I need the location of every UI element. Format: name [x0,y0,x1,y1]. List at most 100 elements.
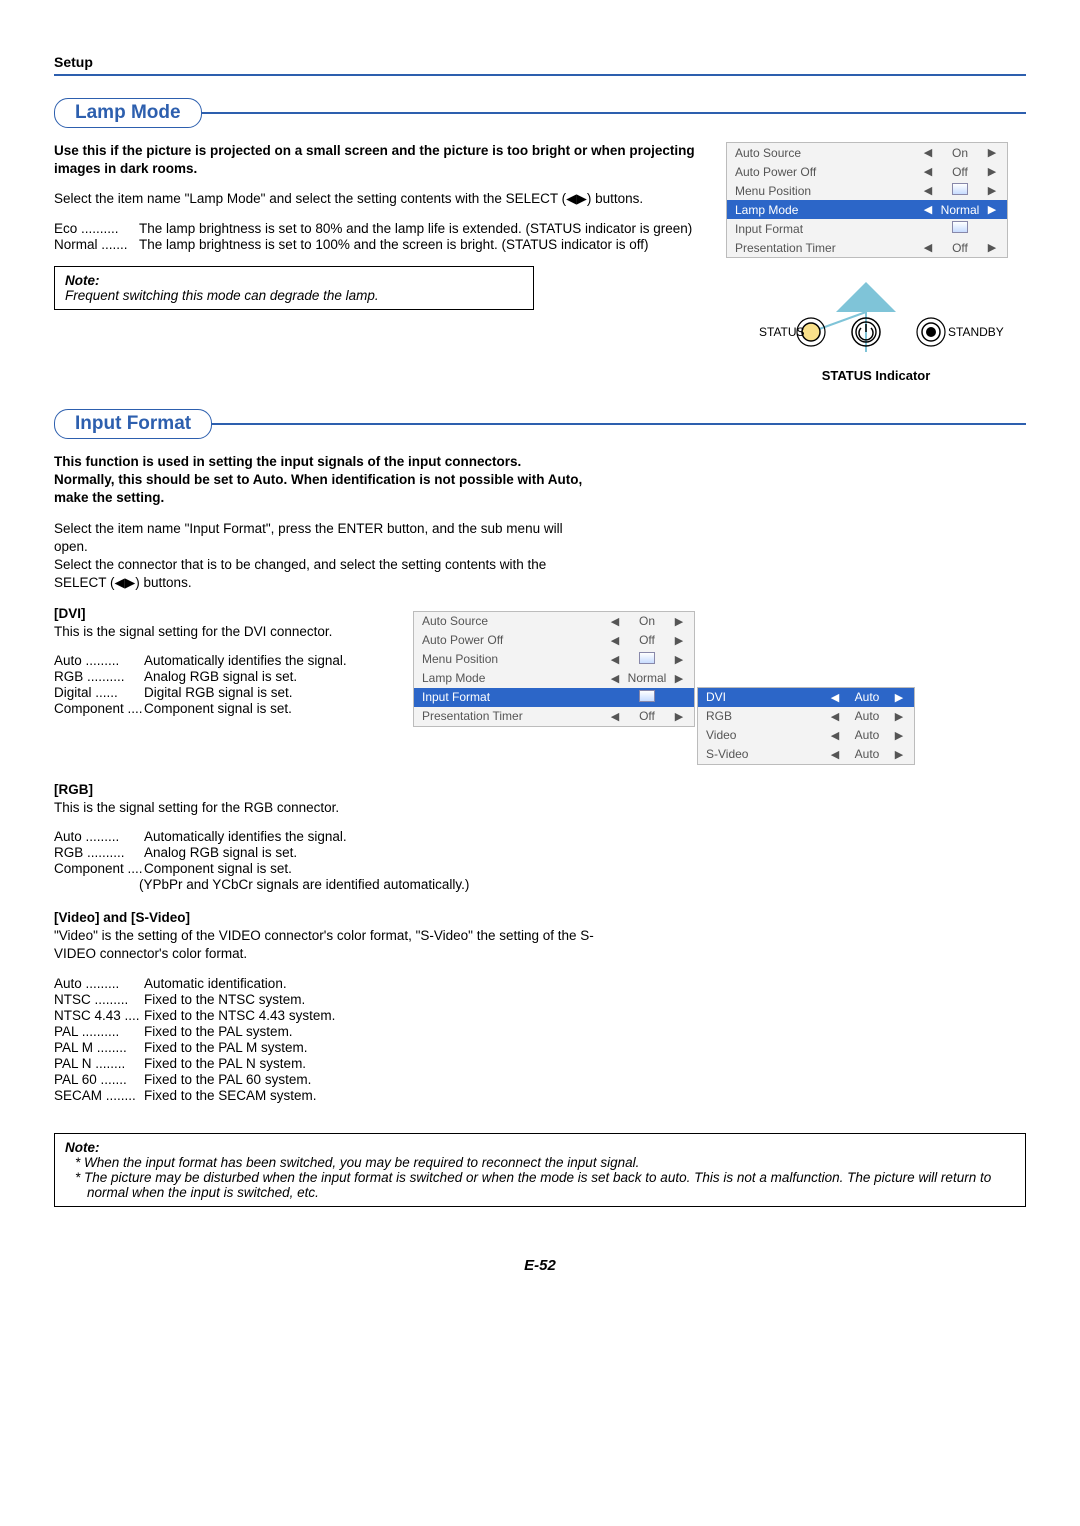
osd-label: Auto Power Off [422,633,608,647]
chip-icon [639,652,655,664]
chip-icon [952,183,968,195]
left-arrow-icon: ◀ [608,672,622,685]
chip-icon [639,690,655,702]
definition-value: Fixed to the NTSC system. [144,992,1026,1007]
osd-row: Menu Position◀▶ [727,181,1007,200]
right-arrow-icon: ▶ [672,634,686,647]
video-title: [Video] and [S-Video] [54,909,1026,927]
definition-key: Component .... [54,701,144,716]
definition-key: Eco .......... [54,221,139,236]
right-arrow-icon: ▶ [672,653,686,666]
left-arrow-icon: ◀ [608,710,622,723]
definition-row: NTSC .........Fixed to the NTSC system. [54,992,1026,1007]
definition-key: SECAM ........ [54,1088,144,1103]
definition-row: SECAM ........Fixed to the SECAM system. [54,1088,1026,1103]
definition-row: Auto .........Automatically identifies t… [54,829,1026,844]
rgb-title: [RGB] [54,781,1026,799]
definition-value: Automatically identifies the signal. [144,653,409,668]
osd-value: Off [935,165,985,179]
osd-label: Input Format [422,690,608,704]
osd-value: Auto [842,709,892,723]
setup-label: Setup [54,54,93,70]
osd-sub-row: RGB◀Auto▶ [698,707,914,726]
left-arrow-icon: ◀ [921,165,935,178]
left-arrow-icon: ◀ [828,729,842,742]
definition-row: Auto .........Automatically identifies t… [54,653,409,668]
definition-row: Normal .......The lamp brightness is set… [54,237,698,252]
osd-sub-row: Video◀Auto▶ [698,726,914,745]
section-rule [201,112,1026,114]
definition-value: Analog RGB signal is set. [144,669,409,684]
osd-value: Off [622,633,672,647]
left-arrow-icon: ◀ [608,615,622,628]
note-item: When the input format has been switched,… [65,1155,1015,1170]
osd-row: Presentation Timer◀Off▶ [727,238,1007,257]
osd-label: Menu Position [422,652,608,666]
osd-sub-row: S-Video◀Auto▶ [698,745,914,764]
definition-key: Auto ......... [54,976,144,991]
osd-label: Lamp Mode [422,671,608,685]
right-arrow-icon: ▶ [985,203,999,216]
osd-label: Lamp Mode [735,203,921,217]
osd-row: Input Format [414,688,694,707]
definition-key: PAL 60 ....... [54,1072,144,1087]
rgb-options: Auto .........Automatically identifies t… [54,829,1026,876]
left-arrow-icon: ◀ [921,146,935,159]
video-options: Auto .........Automatic identification.N… [54,976,1026,1103]
osd-value [935,183,985,198]
definition-value: The lamp brightness is set to 100% and t… [139,237,698,252]
right-arrow-icon: ▶ [672,615,686,628]
lamp-para1: Select the item name "Lamp Mode" and sel… [54,190,698,208]
osd-value: On [935,146,985,160]
definition-key: Auto ......... [54,829,144,844]
osd-label: Menu Position [735,184,921,198]
definition-key: RGB .......... [54,845,144,860]
definition-value: Automatically identifies the signal. [144,829,1026,844]
osd-row: Auto Source◀On▶ [727,143,1007,162]
osd-row: Menu Position◀▶ [414,650,694,669]
definition-row: Component ....Component signal is set. [54,701,409,716]
osd-value [935,221,985,236]
chip-icon [952,221,968,233]
rgb-desc: This is the signal setting for the RGB c… [54,799,1026,817]
osd-row: Auto Source◀On▶ [414,612,694,631]
inputformat-para2: Select the connector that is to be chang… [54,556,594,592]
section-rule [211,423,1026,425]
inputformat-para1: Select the item name "Input Format", pre… [54,520,594,556]
right-arrow-icon: ▶ [892,691,906,704]
definition-key: Normal ....... [54,237,139,252]
section-heading-lamp-mode: Lamp Mode [54,98,1026,128]
osd-row: Lamp Mode◀Normal▶ [727,200,1007,219]
osd-label: Video [706,728,828,742]
right-arrow-icon: ▶ [892,729,906,742]
lamp-note: Note: Frequent switching this mode can d… [54,266,534,310]
definition-value: Analog RGB signal is set. [144,845,1026,860]
osd-menu-lamp: Auto Source◀On▶Auto Power Off◀Off▶Menu P… [726,142,1008,258]
definition-key: Component .... [54,861,144,876]
right-arrow-icon: ▶ [892,748,906,761]
osd-row: Input Format [727,219,1007,238]
rgb-extra: (YPbPr and YCbCr signals are identified … [139,877,1026,892]
definition-row: PAL N ........Fixed to the PAL N system. [54,1056,1026,1071]
status-text: STATUS [759,325,805,339]
definition-key: RGB .......... [54,669,144,684]
osd-value [622,690,672,705]
definition-row: PAL M ........Fixed to the PAL M system. [54,1040,1026,1055]
osd-label: DVI [706,690,828,704]
osd-label: RGB [706,709,828,723]
left-arrow-icon: ◀ [921,241,935,254]
right-arrow-icon: ▶ [985,146,999,159]
definition-value: Fixed to the PAL 60 system. [144,1072,1026,1087]
osd-label: Presentation Timer [735,241,921,255]
definition-key: NTSC 4.43 .... [54,1008,144,1023]
right-arrow-icon: ▶ [672,672,686,685]
left-arrow-icon: ◀ [608,634,622,647]
osd-label: Auto Source [422,614,608,628]
left-arrow-icon: ◀ [921,184,935,197]
definition-row: Auto .........Automatic identification. [54,976,1026,991]
dvi-options: Auto .........Automatically identifies t… [54,653,409,716]
osd-label: Presentation Timer [422,709,608,723]
left-arrow-icon: ◀ [828,748,842,761]
inputformat-note: Note: When the input format has been swi… [54,1133,1026,1207]
definition-value: Fixed to the NTSC 4.43 system. [144,1008,1026,1023]
